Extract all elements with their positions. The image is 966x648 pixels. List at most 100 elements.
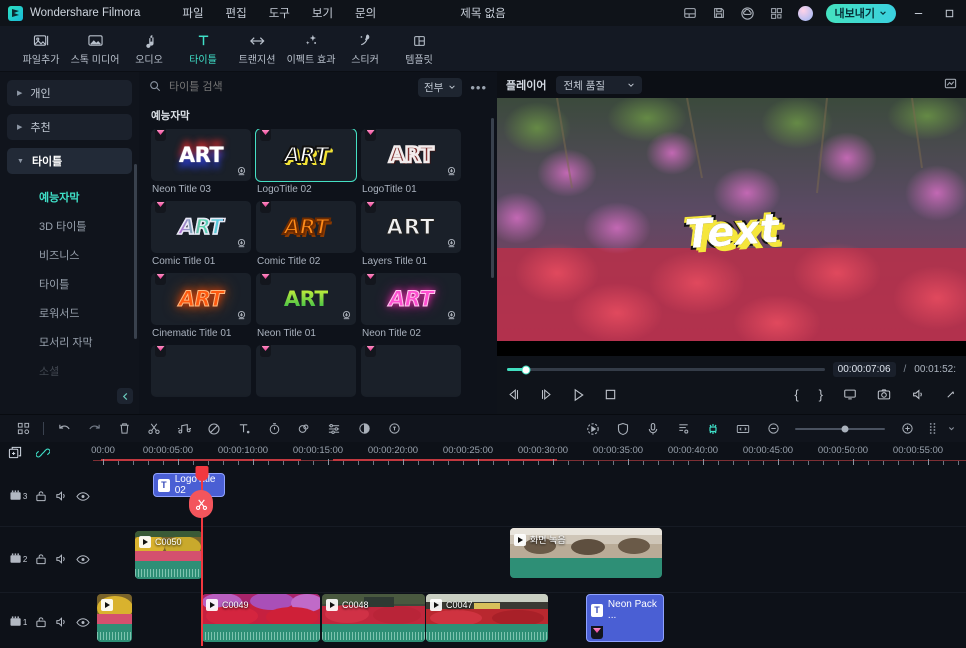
audio-detach-icon[interactable] (169, 415, 199, 443)
color-match-icon[interactable] (289, 415, 319, 443)
download-icon[interactable] (446, 166, 457, 177)
redo-icon[interactable] (79, 415, 109, 443)
sidebar-item-title[interactable]: 타이틀 (7, 269, 132, 298)
sidebar-item-corner-caption[interactable]: 모서리 자막 (7, 327, 132, 356)
mark-in-button[interactable]: { (794, 387, 798, 402)
fit-timeline-icon[interactable] (728, 415, 758, 443)
microphone-icon[interactable] (638, 415, 668, 443)
timeline-clip-video[interactable]: C0047 (426, 594, 548, 642)
playhead-handle[interactable] (195, 466, 209, 481)
qr-icon[interactable] (769, 5, 785, 21)
trash-icon[interactable] (109, 415, 139, 443)
track-body[interactable]: C0049 C0048 C0047 T Neon Pack ... (93, 592, 966, 646)
mute-icon[interactable] (51, 553, 72, 565)
timeline-zoom-slider[interactable] (795, 425, 885, 432)
timeline-ruler[interactable]: 00:00 00:00:05:00 00:00:10:00 00:00:15:0… (91, 442, 966, 466)
timeline-clip-title[interactable]: T Neon Pack ... (586, 594, 664, 642)
template-card[interactable]: ART Comic Title 01 (151, 201, 251, 267)
zoom-out-icon[interactable] (758, 415, 788, 443)
menu-view[interactable]: 보기 (312, 5, 333, 21)
search-input[interactable] (169, 81, 411, 93)
zoom-in-icon[interactable] (892, 415, 922, 443)
zoom-knob[interactable] (841, 425, 848, 432)
menu-tools[interactable]: 도구 (269, 5, 290, 21)
speed-timer-icon[interactable] (259, 415, 289, 443)
template-card[interactable]: ART Comic Title 02 (256, 201, 356, 267)
ribbon-item-effects[interactable]: 이펙트 효과 (284, 31, 338, 66)
download-icon[interactable] (236, 310, 247, 321)
adjust-sliders-icon[interactable] (319, 415, 349, 443)
library-filter-dropdown[interactable]: 전부 (418, 77, 463, 97)
next-frame-button[interactable] (539, 388, 553, 401)
mute-icon[interactable] (51, 616, 72, 628)
collapse-sidebar-button[interactable] (117, 388, 133, 404)
timeline-clip-video[interactable]: C0048 (322, 594, 425, 642)
download-icon[interactable] (446, 310, 457, 321)
sidebar-group-personal[interactable]: ▶ 개인 (7, 80, 132, 106)
add-track-icon[interactable] (8, 446, 22, 463)
download-icon[interactable] (341, 310, 352, 321)
window-minimize-button[interactable] (909, 4, 927, 22)
more-tools-icon[interactable] (922, 415, 944, 443)
sidebar-item-business[interactable]: 비즈니스 (7, 240, 132, 269)
template-card[interactable]: ART Cinematic Title 01 (151, 273, 251, 339)
ribbon-item-transitions[interactable]: 트랜지션 (230, 31, 284, 66)
template-card[interactable]: ART LogoTitle 01 (361, 129, 461, 195)
ribbon-item-add-media[interactable]: 파일추가 (14, 31, 68, 66)
preview-stage[interactable]: Text (497, 98, 966, 356)
sidebar-item-3d-title[interactable]: 3D 타이틀 (7, 211, 132, 240)
timeline-clip-title[interactable]: T LogoTitle 02 (153, 473, 225, 497)
track-body[interactable]: T LogoTitle 02 (93, 466, 966, 526)
mark-out-button[interactable]: } (819, 387, 823, 402)
previous-frame-button[interactable] (507, 388, 521, 401)
template-thumbnail[interactable]: ART (151, 201, 251, 253)
template-thumbnail[interactable] (361, 345, 461, 397)
split-at-playhead-button[interactable] (189, 490, 213, 518)
lock-icon[interactable] (30, 553, 51, 565)
template-thumbnail[interactable]: ART (151, 129, 251, 181)
mute-icon[interactable] (51, 490, 72, 502)
timeline-panel[interactable]: 00:00 00:00:05:00 00:00:10:00 00:00:15:0… (0, 442, 966, 646)
shield-icon[interactable] (608, 415, 638, 443)
template-thumbnail[interactable]: ART (361, 273, 461, 325)
magnet-snap-icon[interactable] (698, 415, 728, 443)
play-button[interactable] (571, 388, 586, 402)
keyframe-icon[interactable] (379, 415, 409, 443)
template-thumbnail[interactable]: ART (361, 129, 461, 181)
template-card[interactable]: ART Layers Title 01 (361, 201, 461, 267)
scissors-icon[interactable] (139, 415, 169, 443)
template-thumbnail[interactable]: ART (361, 201, 461, 253)
library-scrollbar[interactable] (491, 118, 494, 278)
ribbon-item-audio[interactable]: 오디오 (122, 31, 176, 66)
template-card[interactable]: ART Neon Title 03 (151, 129, 251, 195)
save-icon[interactable] (711, 5, 727, 21)
cloud-upload-icon[interactable] (740, 5, 756, 21)
timeline-clip-video[interactable]: 화면 녹음 (510, 528, 662, 578)
template-thumbnail[interactable]: ART (255, 129, 357, 182)
menu-file[interactable]: 파일 (182, 5, 203, 21)
save-layout-icon[interactable] (682, 5, 698, 21)
apps-grid-icon[interactable] (8, 415, 38, 443)
template-card-selected[interactable]: ART LogoTitle 02 (255, 129, 357, 195)
auto-reframe-icon[interactable] (578, 415, 608, 443)
menu-edit[interactable]: 편집 (226, 5, 247, 21)
crop-circle-icon[interactable] (199, 415, 229, 443)
seek-knob[interactable] (521, 365, 531, 374)
template-thumbnail[interactable]: ART (151, 273, 251, 325)
search-input-wrap[interactable] (149, 80, 411, 95)
template-thumbnail[interactable]: ART (256, 273, 356, 325)
ribbon-item-templates[interactable]: 템플릿 (392, 31, 446, 66)
eye-icon[interactable] (72, 554, 93, 565)
undo-icon[interactable] (49, 415, 79, 443)
template-thumbnail[interactable]: ART (256, 201, 356, 253)
download-icon[interactable] (236, 166, 247, 177)
window-maximize-button[interactable] (940, 4, 958, 22)
sidebar-group-titles[interactable]: ▼ 타이틀 (7, 148, 132, 174)
sidebar-item-yeneung-jamak[interactable]: 예능자막 (7, 182, 132, 211)
volume-icon[interactable] (911, 388, 925, 401)
lock-icon[interactable] (30, 616, 51, 628)
eye-icon[interactable] (72, 491, 93, 502)
template-card[interactable]: ART Neon Title 01 (256, 273, 356, 339)
sidebar-scrollbar[interactable] (134, 164, 137, 339)
text-icon[interactable] (229, 415, 259, 443)
